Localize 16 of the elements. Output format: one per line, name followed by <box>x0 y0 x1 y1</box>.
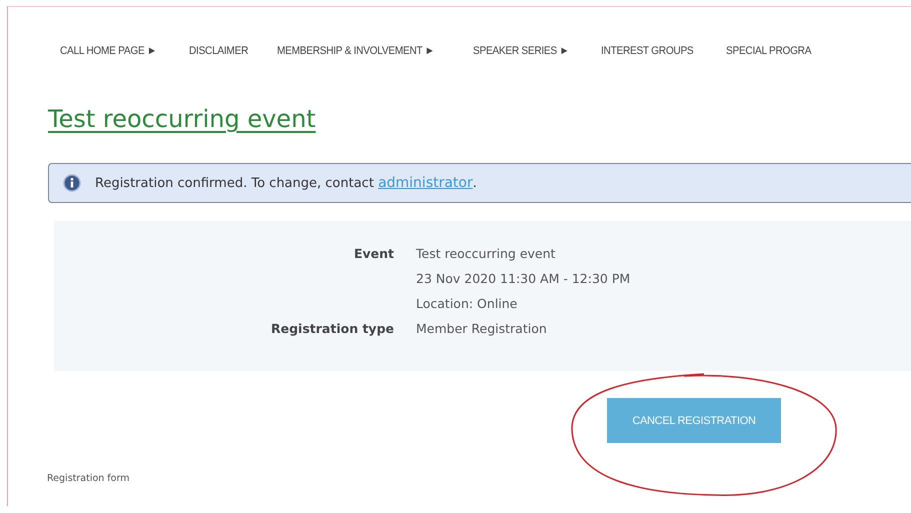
nav-link[interactable]: INTEREST GROUPS <box>601 45 694 57</box>
nav-link[interactable]: MEMBERSHIP & INVOLVEMENT ► <box>277 45 435 57</box>
field-value: 23 Nov 2020 11:30 AM - 12:30 PM <box>416 271 632 286</box>
nav-link[interactable]: SPECIAL PROGRA <box>726 45 811 57</box>
event-title: Test reoccurring event <box>48 105 317 135</box>
field-value: Member Registration <box>416 321 548 336</box>
field-label: Event <box>352 246 394 263</box>
nav-link[interactable]: CALL HOME PAGE ► <box>60 45 157 57</box>
field-label: Registration type <box>270 321 394 336</box>
field-value: Location: Online <box>416 296 518 311</box>
info-icon <box>63 174 81 192</box>
section-label: Registration form <box>47 473 130 484</box>
field-value: Test reoccurring event <box>416 246 556 261</box>
nav-link[interactable]: DISCLAIMER <box>189 45 248 57</box>
alert-message: Registration confirmed. To change, contact administrator. <box>95 175 477 191</box>
nav-link[interactable]: SPEAKER SERIES ► <box>472 45 569 57</box>
